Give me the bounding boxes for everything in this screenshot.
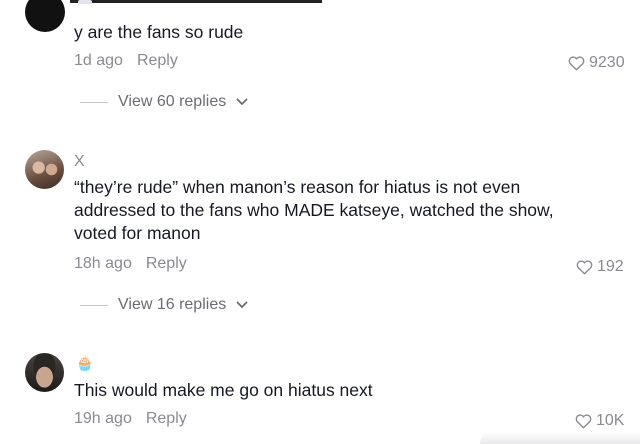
like-button[interactable]: 10K	[575, 412, 624, 430]
cupcake-icon: 🧁	[76, 355, 94, 371]
bottom-overlay	[480, 432, 640, 444]
comment-text: This would make me go on hiatus next	[74, 380, 373, 400]
comment-item: 🧁 This would make me go on hiatus next 1…	[0, 0, 640, 444]
comment-time: 19h ago	[74, 410, 132, 427]
reply-button[interactable]: Reply	[146, 410, 187, 428]
like-count: 10K	[596, 412, 625, 429]
heart-outline-icon	[575, 414, 592, 429]
avatar[interactable]	[25, 353, 64, 392]
comment-meta: 19h ago Reply	[74, 410, 187, 428]
